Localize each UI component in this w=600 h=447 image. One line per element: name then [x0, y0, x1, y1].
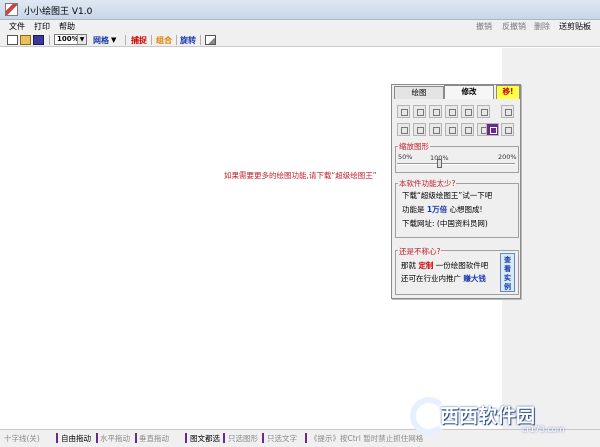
- print-preview-icon[interactable]: [205, 35, 216, 45]
- window-title: 小小绘图王 V1.0: [24, 7, 93, 17]
- status-crosshair[interactable]: 十字线(关): [4, 433, 40, 444]
- app-icon: [5, 3, 18, 16]
- status-separator: [56, 433, 58, 443]
- status-vertical-drag[interactable]: 垂直拖动: [139, 433, 169, 444]
- rotate-button[interactable]: 旋转: [180, 35, 196, 46]
- status-select-all[interactable]: 图文都选: [190, 433, 220, 444]
- cut-icon[interactable]: [461, 123, 474, 136]
- undo-button[interactable]: 撤销: [476, 21, 492, 32]
- canvas-download-message[interactable]: 如果需要更多的绘图功能,请下载“超级绘图王”: [224, 170, 377, 181]
- delete-button[interactable]: 删除: [534, 21, 550, 32]
- align-middle-icon[interactable]: [461, 105, 474, 118]
- redo-button[interactable]: 反撤销: [502, 21, 526, 32]
- status-select-text[interactable]: 只选文字: [267, 433, 297, 444]
- status-separator: [305, 433, 307, 443]
- align-top-icon[interactable]: [445, 105, 458, 118]
- watermark-text: 西西软件园: [440, 405, 536, 427]
- snap-button[interactable]: 捕捉: [131, 35, 147, 46]
- too-few-line2-a: 功能是: [402, 205, 425, 214]
- too-few-line2: 功能是 1万倍 心想图成!: [402, 204, 483, 215]
- not-satisfied-title: 还是不称心?: [398, 246, 442, 257]
- too-few-title: 本软件功能太少?: [398, 178, 457, 189]
- status-separator: [223, 433, 225, 443]
- status-separator: [185, 433, 187, 443]
- grid-button[interactable]: 网格: [93, 35, 109, 46]
- color-fill-icon[interactable]: [486, 123, 499, 136]
- modify-tools-grid: [397, 103, 518, 139]
- tab-modify[interactable]: 修改: [444, 85, 494, 99]
- same-width-icon[interactable]: [397, 123, 410, 136]
- open-folder-icon[interactable]: [20, 35, 31, 45]
- not-satisfied-line2-b: 赚大钱: [463, 274, 486, 283]
- scale-max-label: 200%: [498, 153, 517, 161]
- watermark-logo: 西西软件园 cr173.com: [410, 397, 582, 439]
- not-satisfied-line2: 还可在行业内推广 赚大钱: [401, 273, 486, 284]
- tab-draw[interactable]: 绘图: [394, 86, 444, 99]
- zoom-select[interactable]: 100% ▼: [54, 34, 87, 45]
- not-satisfied-line1: 那就 定制 一份绘图软件吧: [401, 260, 488, 271]
- status-separator: [262, 433, 264, 443]
- status-separator: [135, 433, 137, 443]
- new-file-icon[interactable]: [7, 35, 18, 45]
- too-few-line2-c: 心想图成!: [449, 205, 483, 214]
- scale-min-label: 50%: [398, 153, 413, 161]
- too-few-line2-b: 1万倍: [426, 205, 448, 214]
- scale-slider-thumb[interactable]: [437, 159, 442, 168]
- toolbar-separator: [151, 35, 152, 45]
- watermark-url: cr173.com: [522, 425, 565, 434]
- status-free-drag[interactable]: 自由拖动: [61, 433, 91, 444]
- title-bar: 小小绘图王 V1.0: [0, 0, 600, 20]
- align-right-icon[interactable]: [429, 105, 442, 118]
- save-icon[interactable]: [33, 35, 44, 45]
- too-few-line3[interactable]: 下载网址: (中国资料员网): [402, 218, 488, 229]
- menu-help[interactable]: 帮助: [59, 21, 75, 32]
- zoom-value: 100%: [57, 35, 79, 43]
- menu-print[interactable]: 打印: [34, 21, 50, 32]
- menu-bar: 文件 打印 帮助 撤销 反撤销 删除 送剪贴板: [0, 20, 600, 33]
- copy-to-clipboard-button[interactable]: 送剪贴板: [559, 21, 591, 32]
- toolbar-separator: [176, 35, 177, 45]
- bring-front-icon[interactable]: [445, 123, 458, 136]
- tab-move[interactable]: 移!: [496, 85, 520, 99]
- not-satisfied-line1-a: 那就: [401, 261, 416, 270]
- not-satisfied-line1-b: 定制: [418, 261, 434, 270]
- align-left-icon[interactable]: [397, 105, 410, 118]
- align-bottom-icon[interactable]: [477, 105, 490, 118]
- toolbar-separator: [125, 35, 126, 45]
- toolbar-separator: [49, 35, 50, 45]
- status-separator: [96, 433, 98, 443]
- toolbar: 100% ▼ 网格 ▼ 捕捉 组合 旋转: [0, 33, 600, 47]
- group-button[interactable]: 组合: [156, 35, 172, 46]
- scale-title: 缩放图形: [398, 141, 430, 152]
- status-select-shapes[interactable]: 只选图形: [228, 433, 258, 444]
- distribute-horizontal-icon[interactable]: [413, 123, 426, 136]
- grid-dropdown-icon[interactable]: ▼: [111, 36, 116, 44]
- toolbar-separator: [200, 35, 201, 45]
- view-example-button[interactable]: 查看实例: [500, 253, 515, 292]
- send-back-icon[interactable]: [501, 123, 514, 136]
- chevron-down-icon: ▼: [77, 35, 86, 44]
- distribute-vertical-icon[interactable]: [429, 123, 442, 136]
- same-height-icon[interactable]: [501, 105, 514, 118]
- scale-slider-track[interactable]: [397, 163, 515, 165]
- status-hint: 《提示》按Ctrl 暂时禁止抓住网格: [310, 434, 424, 443]
- align-center-icon[interactable]: [413, 105, 426, 118]
- menu-file[interactable]: 文件: [9, 21, 25, 32]
- not-satisfied-line1-c: 一份绘图软件吧: [435, 261, 489, 270]
- not-satisfied-line2-a: 还可在行业内推广: [401, 274, 461, 283]
- status-horizontal-drag[interactable]: 水平拖动: [100, 433, 130, 444]
- too-few-line1: 下载“超级绘图王”试一下吧: [402, 191, 493, 200]
